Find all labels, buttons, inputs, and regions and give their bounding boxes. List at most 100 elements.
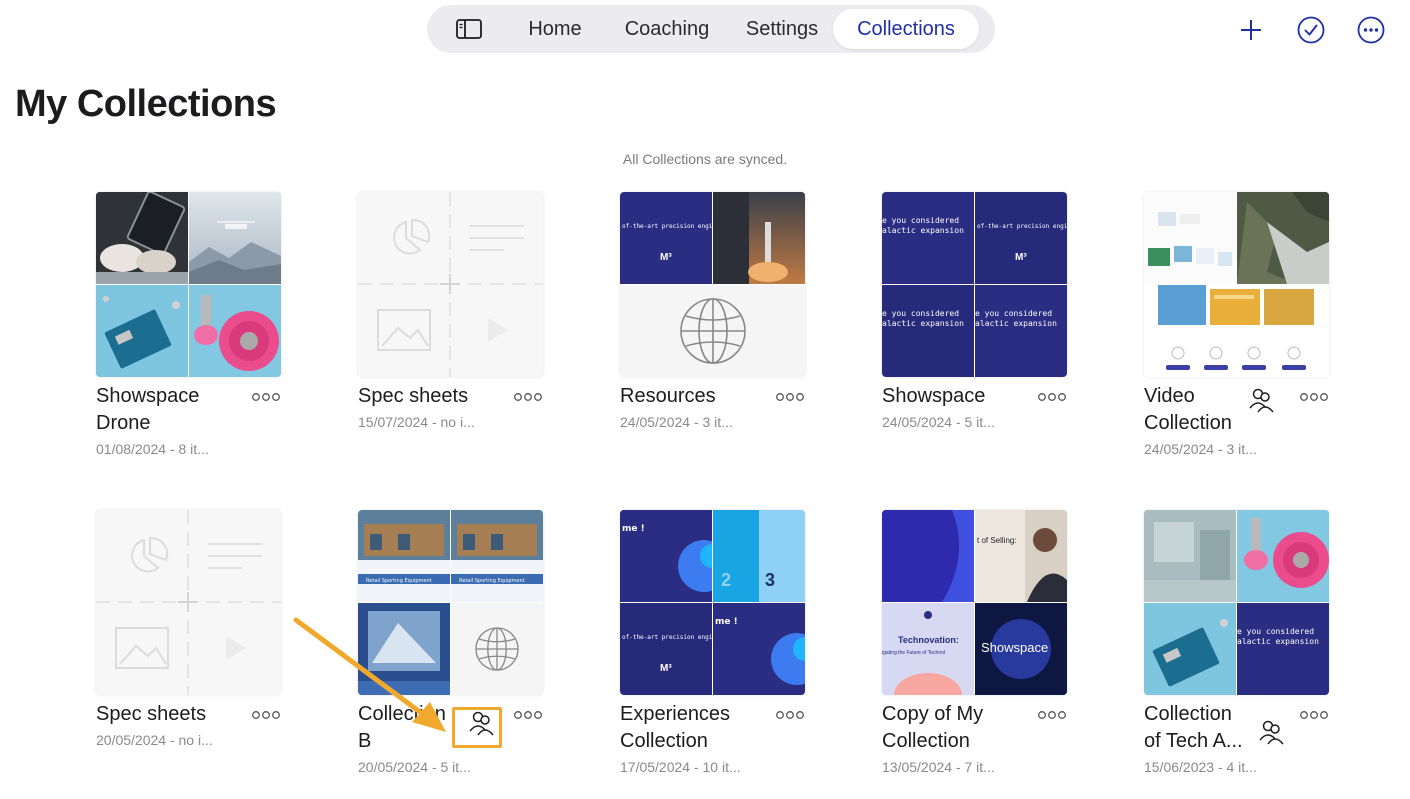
thumb-welcome-slide: me ! — [620, 510, 712, 602]
collection-more-button[interactable] — [1035, 387, 1067, 407]
more-dots-icon — [1038, 711, 1066, 719]
thumb-arduino-photo — [96, 285, 188, 377]
globe-icon — [679, 298, 746, 364]
collection-card[interactable]: me ! 2 3 of-the-art precision engineerin… — [620, 510, 805, 775]
collection-more-button[interactable] — [1035, 705, 1067, 725]
collection-title[interactable]: Collection B — [358, 701, 453, 755]
collection-subtitle: 15/07/2024 - no i... — [358, 414, 475, 430]
collection-thumbnail-empty[interactable] — [358, 192, 543, 377]
collection-thumbnail[interactable]: e you considered alactic expansion of-th… — [882, 192, 1067, 377]
collection-title[interactable]: Showspace Drone — [96, 383, 236, 437]
thumb-slide-expansion: e you considered alactic expansion — [975, 285, 1067, 377]
collection-subtitle: 24/05/2024 - 3 it... — [620, 414, 733, 430]
collection-more-button[interactable] — [249, 705, 281, 725]
shared-users-icon — [1246, 385, 1276, 415]
collection-card[interactable]: e you considered alactic expansion Colle… — [1144, 510, 1329, 775]
collection-more-button[interactable] — [1297, 705, 1329, 725]
collection-meta: Collection B 20/05/2024 - 5 it... — [358, 701, 543, 775]
collection-card[interactable]: Retail Sporting Equipment Retail Sportin… — [358, 510, 543, 775]
collection-subtitle: 20/05/2024 - 5 it... — [358, 759, 471, 775]
thumb-slide-engineering: of-the-art precision engineering M³ — [975, 192, 1067, 284]
collection-subtitle: 01/08/2024 - 8 it... — [96, 441, 209, 457]
thumb-tablet-photo — [96, 192, 188, 284]
top-actions — [1234, 13, 1388, 47]
collection-subtitle: 13/05/2024 - 7 it... — [882, 759, 995, 775]
collection-more-button[interactable] — [511, 387, 543, 407]
more-dots-icon — [252, 393, 280, 401]
collection-subtitle: 24/05/2024 - 3 it... — [1144, 441, 1257, 457]
collection-title[interactable]: Spec sheets — [358, 383, 498, 410]
top-tab-bar: Home Coaching Settings Collections — [427, 5, 995, 53]
thumb-motor-photo — [1237, 510, 1329, 602]
page-title: My Collections — [15, 83, 277, 125]
collection-title[interactable]: Collection of Tech A... — [1144, 701, 1249, 755]
collection-card[interactable]: t of Selling: Technovation: igating the … — [882, 510, 1067, 775]
thumb-web-link — [620, 285, 805, 377]
tab-settings[interactable]: Settings — [731, 9, 833, 49]
collection-thumbnail[interactable]: me ! 2 3 of-the-art precision engineerin… — [620, 510, 805, 695]
shared-users-icon — [1256, 717, 1286, 747]
collection-thumbnail[interactable]: t of Selling: Technovation: igating the … — [882, 510, 1067, 695]
collection-more-button[interactable] — [773, 387, 805, 407]
thumb-rocket-photo — [713, 192, 805, 284]
collection-thumbnail[interactable]: e you considered alactic expansion — [1144, 510, 1329, 695]
collection-thumbnail[interactable]: Retail Sporting Equipment Retail Sportin… — [358, 510, 543, 695]
checkmark-circle-icon — [1297, 16, 1325, 44]
more-dots-icon — [1038, 393, 1066, 401]
thumb-technovation-slide: Technovation: igating the Future of Tech… — [882, 603, 974, 695]
collection-title[interactable]: Experiences Collection — [620, 701, 760, 755]
collection-card[interactable]: e you considered alactic expansion of-th… — [882, 192, 1067, 430]
globe-icon — [475, 627, 519, 671]
sidebar-toggle-button[interactable] — [431, 9, 507, 49]
select-button[interactable] — [1294, 13, 1328, 47]
thumb-retail-slide: Retail Sporting Equipment — [451, 510, 543, 602]
add-button[interactable] — [1234, 13, 1268, 47]
sync-status: All Collections are synced. — [622, 151, 788, 167]
ellipsis-circle-icon — [1357, 16, 1385, 44]
more-dots-icon — [1300, 711, 1328, 719]
more-dots-icon — [776, 393, 804, 401]
collection-title[interactable]: Showspace — [882, 383, 1022, 410]
collection-thumbnail[interactable]: of-the-art precision engineering M³ — [620, 192, 805, 377]
thumb-welcome-slide: me ! — [713, 603, 805, 695]
tab-coaching[interactable]: Coaching — [603, 9, 731, 49]
more-options-button[interactable] — [1354, 13, 1388, 47]
collection-thumbnail-empty[interactable] — [96, 510, 281, 695]
thumb-slide-engineering: of-the-art precision engineering M³ — [620, 192, 712, 284]
collection-card[interactable]: Showspace Drone 01/08/2024 - 8 it... — [96, 192, 281, 457]
thumb-motor-photo — [189, 285, 281, 377]
more-dots-icon — [776, 711, 804, 719]
collection-thumbnail[interactable] — [96, 192, 281, 377]
tab-home[interactable]: Home — [507, 9, 603, 49]
thumb-webpage-screenshot — [1144, 192, 1236, 284]
thumb-slide-expansion: e you considered alactic expansion — [882, 285, 974, 377]
thumb-blue-slide — [882, 510, 974, 602]
more-dots-icon — [514, 393, 542, 401]
collection-thumbnail[interactable] — [1144, 192, 1329, 377]
tab-collections[interactable]: Collections — [833, 9, 979, 49]
thumb-slide-expansion: e you considered alactic expansion — [1237, 603, 1329, 695]
thumb-waterfall-photo — [1237, 192, 1329, 284]
collection-card[interactable]: Spec sheets 15/07/2024 - no i... — [358, 192, 543, 430]
collection-title[interactable]: Resources — [620, 383, 760, 410]
thumb-arduino-photo — [1144, 603, 1236, 695]
collection-title[interactable]: Copy of My Collection — [882, 701, 1022, 755]
collection-card[interactable]: Spec sheets 20/05/2024 - no i... — [96, 510, 281, 748]
thumb-webpage-screenshot-wide — [1144, 285, 1329, 377]
collection-more-button[interactable] — [1297, 387, 1329, 407]
thumb-drone-photo — [189, 192, 281, 284]
collection-card[interactable]: Video Collection 24/05/2024 - 3 it... — [1144, 192, 1329, 457]
more-dots-icon — [1300, 393, 1328, 401]
thumb-slide-engineering: of-the-art precision engineering M³ — [620, 603, 712, 695]
collection-more-button[interactable] — [249, 387, 281, 407]
collection-subtitle: 15/06/2023 - 4 it... — [1144, 759, 1257, 775]
collection-meta: Showspace Drone 01/08/2024 - 8 it... — [96, 383, 281, 457]
collection-meta: Experiences Collection 17/05/2024 - 10 i… — [620, 701, 805, 775]
thumb-slide-expansion: e you considered alactic expansion — [882, 192, 974, 284]
plus-icon — [1241, 20, 1261, 40]
collection-more-button[interactable] — [773, 705, 805, 725]
collection-title[interactable]: Spec sheets — [96, 701, 236, 728]
collection-more-button[interactable] — [511, 705, 543, 725]
collection-card[interactable]: of-the-art precision engineering M³ — [620, 192, 805, 430]
collection-subtitle: 24/05/2024 - 5 it... — [882, 414, 995, 430]
